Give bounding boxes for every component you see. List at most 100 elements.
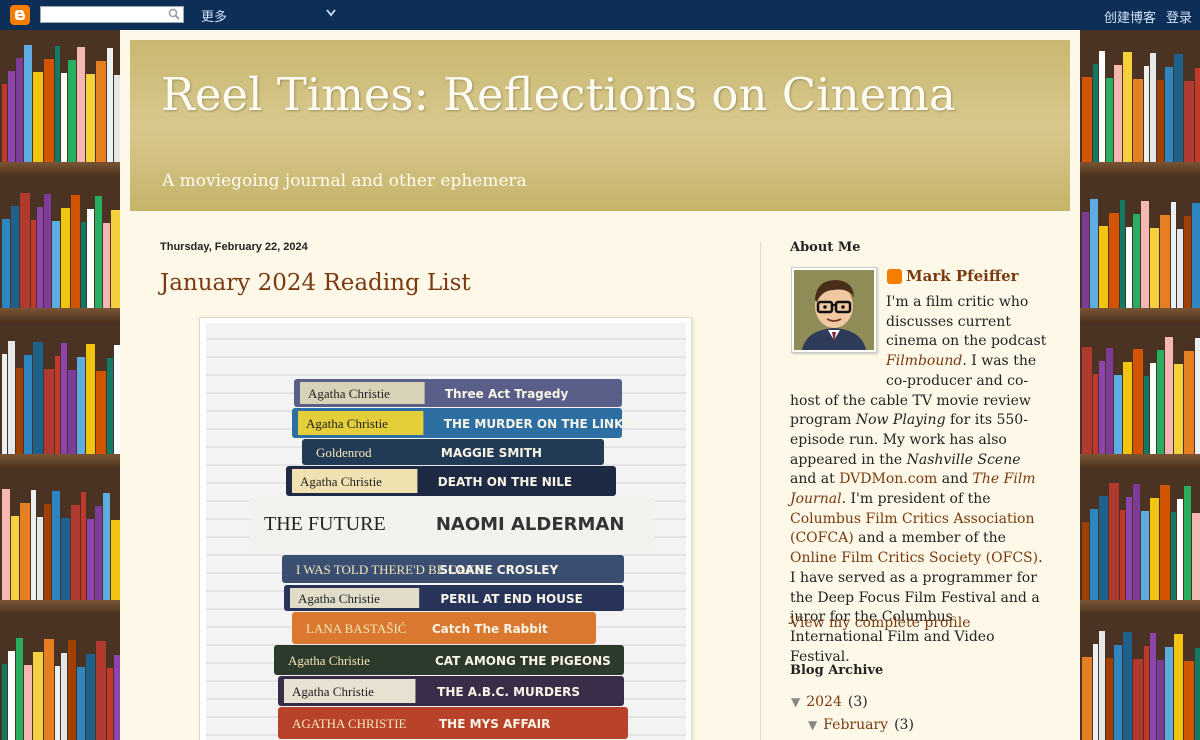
- login-link[interactable]: 登录: [1166, 7, 1192, 26]
- collapse-toggle-icon[interactable]: ▼: [791, 695, 800, 709]
- svg-text:LANA BASTAŠIĆ: LANA BASTAŠIĆ: [306, 621, 406, 636]
- book-spine: [1082, 77, 1092, 174]
- book-spine: [1194, 648, 1200, 740]
- book-spine: [24, 45, 33, 174]
- svg-text:Goldenrod: Goldenrod: [316, 445, 372, 460]
- view-complete-profile-link[interactable]: View my complete profile: [790, 615, 971, 631]
- chevron-down-icon[interactable]: [326, 9, 336, 17]
- blog-description: A moviegoing journal and other ephemera: [162, 171, 527, 191]
- book-spine: [76, 357, 85, 466]
- book-spine: [33, 652, 43, 740]
- book-spine-1: Agatha Christie Three Act Tragedy: [294, 379, 622, 407]
- book-spine: [1141, 201, 1149, 320]
- book-spine-5: THE FUTURE NAOMI ALDERMAN: [250, 497, 654, 553]
- svg-text:THE A.B.C. MURDERS: THE A.B.C. MURDERS: [437, 685, 580, 699]
- book-spine: [24, 355, 33, 466]
- book-spine: [52, 491, 61, 612]
- book-spine: [1184, 486, 1192, 612]
- book-spine-11: AGATHA CHRISTIE THE MYS AFFAIR: [278, 707, 628, 739]
- book-spine: [1108, 213, 1119, 320]
- book-spine: [1143, 66, 1149, 174]
- book-spine: [43, 369, 54, 466]
- book-spine: [10, 206, 20, 320]
- book-spine: [1184, 661, 1194, 740]
- book-spine: [1184, 351, 1194, 466]
- book-spine: [1099, 226, 1108, 320]
- book-spine: [94, 506, 102, 612]
- bio-text: and at: [790, 471, 840, 488]
- shelf-board: [0, 454, 120, 468]
- archive-year-row[interactable]: ▼ 2024 (3): [791, 694, 868, 710]
- book-spine: [1170, 512, 1176, 612]
- more-menu-label[interactable]: 更多: [201, 6, 227, 25]
- archive-month-link[interactable]: February: [823, 717, 888, 733]
- book-spine: [61, 653, 68, 740]
- create-blog-link[interactable]: 创建博客: [1104, 7, 1156, 26]
- book-spine: [1165, 647, 1174, 740]
- blog-title[interactable]: Reel Times: Reflections on Cinema: [161, 68, 956, 121]
- filmbound-link[interactable]: Filmbound: [886, 353, 962, 369]
- book-spine: [1194, 338, 1200, 466]
- archive-month-row[interactable]: ▼ February (3): [808, 717, 914, 733]
- book-spine: [1150, 633, 1157, 740]
- svg-text:Agatha Christie: Agatha Christie: [300, 474, 382, 489]
- book-spine: [1174, 364, 1183, 466]
- book-spine: [1114, 645, 1123, 740]
- book-spine: [1099, 361, 1106, 466]
- bookshelf-background-left: [0, 30, 120, 740]
- book-row: [1080, 618, 1200, 740]
- book-spine: [1141, 511, 1149, 612]
- post-image[interactable]: Agatha Christie Three Act Tragedy Agatha C…: [199, 317, 692, 740]
- book-spine: [68, 640, 76, 740]
- book-spine: [68, 60, 76, 174]
- book-spine: [85, 74, 96, 174]
- book-spine: [1082, 657, 1092, 740]
- book-spine: [68, 370, 76, 466]
- svg-text:Catch The Rabbit: Catch The Rabbit: [432, 622, 548, 636]
- book-spine: [1123, 52, 1132, 174]
- book-spine: [107, 668, 113, 740]
- book-spine: [24, 665, 33, 740]
- book-spine: [81, 492, 87, 612]
- search-input[interactable]: [40, 6, 184, 23]
- program-title: Now Playing: [855, 412, 946, 429]
- book-spine: [1106, 658, 1114, 740]
- dvdmon-link[interactable]: DVDMon.com: [839, 471, 937, 487]
- profile-name[interactable]: Mark Pfeiffer: [906, 267, 1019, 285]
- post-title[interactable]: January 2024 Reading List: [160, 270, 471, 296]
- book-spine: [33, 72, 43, 174]
- book-spine: [1106, 348, 1114, 466]
- collapse-toggle-icon[interactable]: ▼: [808, 718, 817, 732]
- book-row: [1080, 34, 1200, 174]
- book-spine: [107, 48, 113, 174]
- blogger-logo-icon[interactable]: [10, 5, 30, 25]
- book-spine: [1184, 81, 1194, 174]
- svg-text:NAOMI ALDERMAN: NAOMI ALDERMAN: [436, 514, 625, 535]
- ofcs-link[interactable]: Online Film Critics Society (OFCS): [790, 550, 1038, 566]
- archive-year-link[interactable]: 2024: [806, 694, 842, 710]
- svg-text:Three Act Tragedy: Three Act Tragedy: [445, 387, 569, 401]
- bio-text: . I'm president of the: [841, 491, 991, 508]
- book-spine-3: Goldenrod MAGGIE SMITH: [302, 439, 604, 465]
- svg-text:MAGGIE SMITH: MAGGIE SMITH: [441, 446, 542, 460]
- book-spine: [1157, 80, 1165, 174]
- book-spine: [10, 516, 20, 612]
- profile-name-link[interactable]: Mark Pfeiffer: [887, 267, 1019, 285]
- book-spine: [1090, 509, 1098, 612]
- book-spine: [1150, 228, 1159, 320]
- book-spine: [33, 342, 43, 466]
- archive-count: (3): [847, 694, 868, 710]
- book-spine: [15, 58, 24, 174]
- book-spine-9: Agatha Christie CAT AMONG THE PIGEONS: [274, 645, 624, 675]
- book-spine: [1165, 67, 1174, 174]
- search-icon[interactable]: [168, 8, 180, 20]
- shelf-board: [0, 308, 120, 322]
- svg-text:CAT AMONG THE PIGEONS: CAT AMONG THE PIGEONS: [435, 654, 611, 668]
- book-spine: [87, 519, 94, 612]
- book-spine: [1143, 646, 1149, 740]
- book-spine: [1184, 216, 1192, 320]
- book-spine: [61, 518, 70, 612]
- book-spine: [61, 73, 68, 174]
- svg-text:Agatha Christie: Agatha Christie: [298, 591, 380, 606]
- column-divider: [760, 242, 761, 740]
